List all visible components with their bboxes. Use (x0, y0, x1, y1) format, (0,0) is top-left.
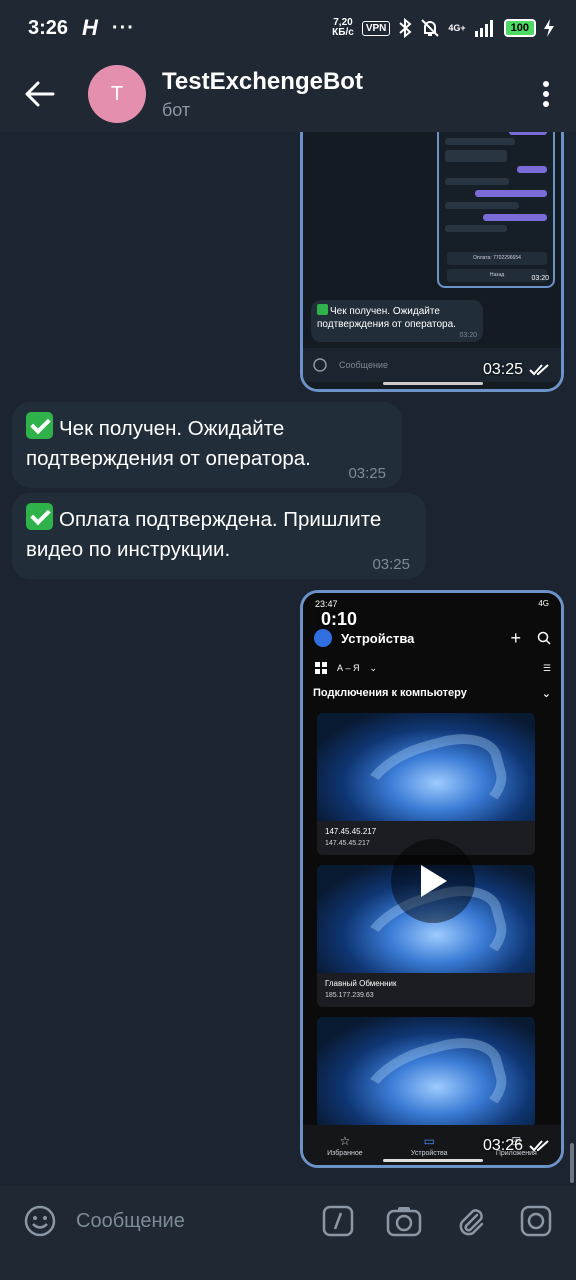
sort-row: А – Я ⌄ ☰ (315, 657, 551, 679)
grid-icon (315, 662, 327, 674)
message-time: 03:25 (483, 361, 551, 379)
video-duration: 0:10 (321, 609, 358, 629)
bot-commands-button[interactable] (316, 1199, 360, 1243)
filter-icon: ☰ (542, 662, 551, 673)
section-header: Подключения к компьютеру ⌄ (313, 687, 551, 700)
emoji-icon (313, 358, 327, 372)
attach-button[interactable] (448, 1199, 492, 1243)
charging-icon (544, 19, 554, 37)
app-logo-icon (314, 629, 332, 647)
more-vertical-icon (543, 81, 549, 107)
message-input-bar: Сообщение (0, 1186, 576, 1256)
sort-label: А – Я (337, 663, 360, 673)
signal-icon (474, 20, 493, 37)
snippet-input-placeholder: Сообщение (339, 360, 388, 370)
slash-command-icon (322, 1205, 354, 1237)
snippet-text: Чек получен. Ожидайте подтверждения от о… (317, 306, 456, 330)
camera-button[interactable] (382, 1199, 426, 1243)
mini-payment-button: Оплата: 7702296654 (447, 252, 547, 265)
bell-muted-icon (421, 19, 440, 37)
more-notifications-icon: ··· (111, 16, 135, 39)
device-ip: 185.177.239.63 (325, 992, 374, 999)
nav-devices: ▭ Устройства (410, 1133, 448, 1157)
message-time: 03:25 (372, 556, 410, 573)
wallpaper-image (317, 1017, 535, 1125)
bluetooth-icon (399, 18, 412, 38)
message-time: 03:26 (483, 1137, 551, 1155)
nav-favorites: ☆ Избранное (327, 1133, 363, 1157)
speed-unit: КБ/с (332, 27, 354, 38)
section-title: Подключения к компьютеру (313, 687, 467, 699)
camera-icon (386, 1207, 422, 1237)
chevron-down-icon: ⌄ (369, 662, 378, 673)
image-message[interactable]: Оплата: 7702296654 Назад 03:20 Чек получ… (300, 132, 564, 392)
network-speed: 7,20 КБ/с (332, 18, 354, 38)
vpn-icon: VPN (361, 20, 391, 36)
check-mark-icon (26, 412, 53, 439)
chevron-down-icon: ⌄ (541, 688, 551, 700)
snippet-time: 03:20 (459, 332, 477, 339)
check-mark-icon (26, 503, 53, 530)
play-icon (421, 865, 447, 897)
home-indicator (383, 382, 483, 385)
system-nav-area (0, 1256, 576, 1280)
star-icon: ☆ (339, 1133, 351, 1148)
double-check-icon (529, 1140, 549, 1152)
play-button[interactable] (391, 839, 475, 923)
carrier-icon: H (82, 15, 98, 40)
chat-title-block[interactable]: TestExchengeBot бот (162, 68, 363, 121)
nested-screenshot: Оплата: 7702296654 Назад 03:20 (437, 132, 555, 288)
snippet-bubble: Чек получен. Ожидайте подтверждения от о… (311, 300, 483, 342)
network-type: 4G+ (448, 22, 466, 33)
device-card: 147.45.45.217 147.45.45.217 (317, 713, 535, 855)
home-indicator (383, 1159, 483, 1162)
double-check-icon (529, 364, 549, 376)
message-time: 03:25 (348, 465, 386, 482)
message-text: Оплата подтверждена. Пришлите видео по и… (26, 508, 382, 561)
chat-subtitle: бот (162, 99, 191, 120)
image-content: Оплата: 7702296654 Назад 03:20 Чек получ… (303, 132, 561, 389)
video-message[interactable]: 23:47 4G Устройства + А – Я ⌄ ☰ Подключе… (300, 590, 564, 1168)
check-icon (317, 304, 328, 315)
chat-header: T TestExchengeBot бот (0, 56, 576, 132)
incoming-message[interactable]: Чек получен. Ожидайте подтверждения от о… (12, 402, 402, 488)
device-card (317, 1017, 535, 1127)
plus-icon: + (510, 627, 521, 648)
search-icon (537, 631, 551, 645)
arrow-left-icon (25, 81, 55, 107)
scrollbar[interactable] (570, 1143, 574, 1183)
battery-icon: 100 (503, 19, 536, 37)
video-status-time: 23:47 (315, 599, 338, 609)
avatar[interactable]: T (88, 65, 146, 123)
devices-title: Устройства (341, 630, 415, 646)
video-status-network: 4G (538, 599, 549, 608)
status-bar: 3:26 H ··· 7,20 КБ/с VPN 4G+ 100 (0, 0, 576, 56)
status-time: 3:26 (28, 16, 69, 39)
more-menu-button[interactable] (516, 56, 576, 132)
video-message-button[interactable] (514, 1199, 558, 1243)
emoji-button[interactable] (18, 1199, 62, 1243)
paperclip-icon (459, 1209, 484, 1236)
message-input[interactable]: Сообщение (76, 1210, 316, 1233)
message-text: Чек получен. Ожидайте подтверждения от о… (26, 417, 311, 470)
monitor-icon: ▭ (423, 1133, 435, 1148)
wallpaper-image (317, 713, 535, 821)
instagram-camera-icon (520, 1205, 552, 1237)
back-button[interactable] (0, 56, 80, 132)
chat-title: TestExchengeBot (162, 67, 363, 95)
incoming-message[interactable]: Оплата подтверждена. Пришлите видео по и… (12, 493, 426, 579)
mini-time: 03:20 (531, 275, 549, 282)
emoji-icon (24, 1205, 56, 1237)
